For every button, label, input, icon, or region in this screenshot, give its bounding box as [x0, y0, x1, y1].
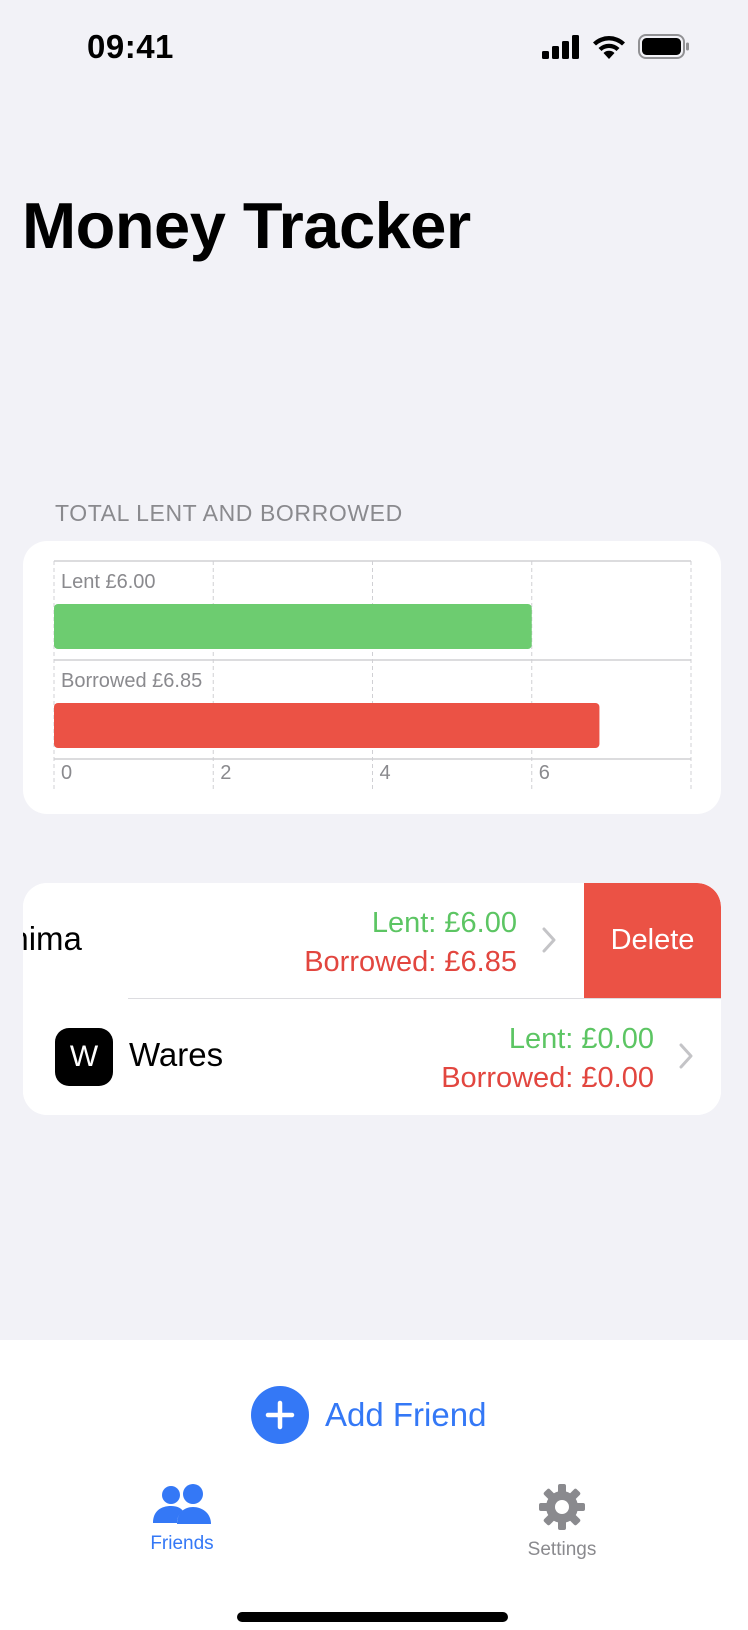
tab-settings[interactable]: Settings: [482, 1483, 642, 1561]
chevron-right-icon: [542, 927, 556, 953]
avatar: W: [55, 1028, 113, 1086]
lent-amount: Lent: £6.00: [371, 907, 517, 939]
chart-card: Lent £6.00 Borrowed £6.85 0 2 4 6: [23, 541, 721, 814]
chart-bar: [54, 604, 532, 649]
chart-tick-label: 2: [220, 762, 231, 784]
tab-friends[interactable]: Friends: [102, 1483, 262, 1555]
delete-button[interactable]: Delete: [584, 883, 721, 998]
chart-bar-label: Lent £6.00: [61, 571, 156, 593]
friend-name: Wares: [129, 1036, 224, 1073]
cellular-signal-icon: [542, 34, 579, 59]
chart-tick-label: 6: [539, 762, 550, 784]
friend-name: uhima: [23, 920, 82, 957]
battery-icon: [638, 34, 689, 59]
chart-tick-label: 4: [380, 762, 391, 784]
gear-icon: [539, 1484, 585, 1530]
borrowed-amount: Borrowed: £0.00: [441, 1062, 654, 1094]
lent-amount: Lent: £0.00: [508, 1023, 654, 1055]
add-friend-label: Add Friend: [325, 1396, 487, 1433]
friend-row-content[interactable]: uhima Lent: £6.00 Borrowed: £6.85: [23, 883, 584, 999]
chart-section-header: TOTAL LENT AND BORROWED: [55, 500, 403, 526]
chart-bar: [54, 703, 600, 748]
chart-bar-label: Borrowed £6.85: [61, 670, 202, 692]
wifi-icon: [593, 36, 625, 59]
tab-label: Settings: [527, 1539, 597, 1560]
status-icons: [542, 34, 690, 59]
bottom-panel: Add Friend Friends Settings: [0, 1340, 748, 1630]
lent-borrowed-chart: Lent £6.00 Borrowed £6.85 0 2 4 6: [53, 560, 692, 789]
friend-amounts: Lent: £6.00 Borrowed: £6.85: [304, 904, 517, 982]
borrowed-amount: Borrowed: £6.85: [304, 946, 517, 978]
friend-row-content[interactable]: W Wares Lent: £0.00 Borrowed: £0.00: [23, 999, 721, 1115]
friend-row[interactable]: W Wares Lent: £0.00 Borrowed: £0.00: [23, 999, 721, 1115]
home-indicator[interactable]: [237, 1612, 508, 1622]
people-icon: [153, 1484, 211, 1524]
page-title: Money Tracker: [22, 189, 471, 262]
friend-amounts: Lent: £0.00 Borrowed: £0.00: [441, 1020, 654, 1098]
chart-tick-label: 0: [61, 762, 72, 784]
chevron-right-icon: [679, 1043, 693, 1069]
status-bar: 09:41: [0, 0, 748, 100]
status-time: 09:41: [87, 28, 174, 65]
friend-row[interactable]: uhima Lent: £6.00 Borrowed: £6.85 Delete: [23, 883, 721, 999]
tab-label: Friends: [150, 1533, 214, 1554]
plus-circle-icon: [251, 1386, 309, 1444]
add-friend-button[interactable]: Add Friend: [251, 1386, 486, 1444]
friends-list: uhima Lent: £6.00 Borrowed: £6.85 Delete…: [23, 883, 721, 1115]
